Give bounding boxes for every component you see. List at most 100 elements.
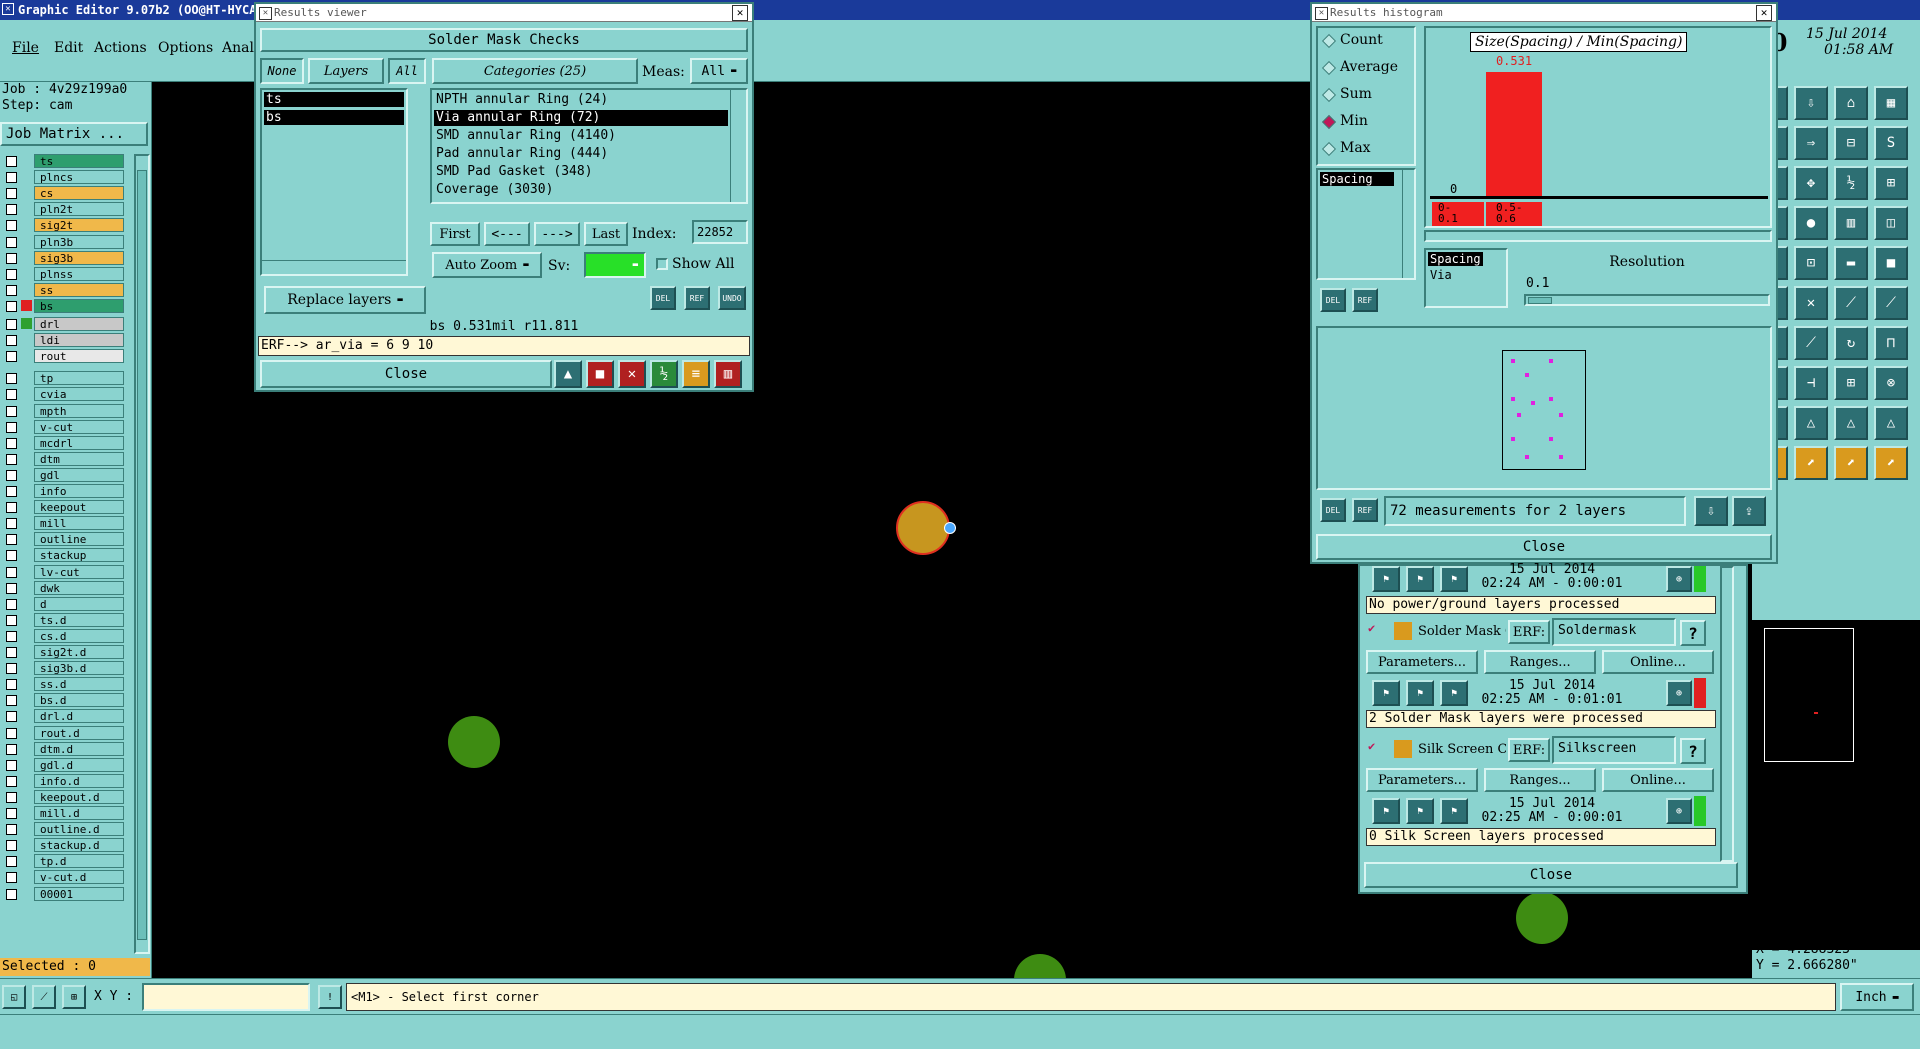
menu-edit[interactable]: Edit <box>54 40 83 56</box>
tool-icon[interactable]: △ <box>1834 406 1868 440</box>
category-list-item[interactable]: NPTH annular Ring (24) <box>434 92 728 108</box>
delete-icon[interactable]: DEL <box>1320 498 1346 522</box>
online-button[interactable]: Online... <box>1602 650 1714 674</box>
layer-name[interactable]: plncs <box>34 170 124 185</box>
index-input[interactable]: 22852 <box>692 220 748 244</box>
layer-checkbox[interactable] <box>6 888 17 900</box>
radio-indicator[interactable] <box>1321 141 1337 157</box>
layer-row[interactable]: cs <box>6 186 132 201</box>
run-all-icon[interactable]: ⚑ <box>1406 566 1434 592</box>
tool-icon[interactable]: ↻ <box>1834 326 1868 360</box>
layer-checkbox[interactable] <box>6 663 17 675</box>
snap-mode-icon[interactable]: ⟋ <box>32 985 56 1009</box>
layer-checkbox[interactable] <box>6 566 17 578</box>
layer-row[interactable]: plnss <box>6 266 132 281</box>
layer-checkbox[interactable] <box>6 534 17 546</box>
layer-checkbox[interactable] <box>6 824 17 836</box>
replace-layers-dropdown[interactable]: Replace layers ▬ <box>264 286 426 314</box>
histogram-bar[interactable] <box>1486 72 1542 196</box>
menu-analysis[interactable]: Anal <box>222 40 254 56</box>
last-button[interactable]: Last <box>584 222 628 246</box>
measure-listbox[interactable]: Spacing <box>1316 168 1416 280</box>
layer-checkbox[interactable] <box>6 775 17 787</box>
layer-name[interactable]: drl.d <box>34 709 124 724</box>
layer-name[interactable]: mcdrl <box>34 435 124 450</box>
layer-name[interactable]: stackup.d <box>34 838 124 853</box>
layer-row[interactable]: cs.d <box>6 628 132 643</box>
job-matrix-button[interactable]: Job Matrix ... <box>0 122 148 146</box>
bin-label-1[interactable]: 0.5- 0.6 <box>1486 202 1542 226</box>
layer-name[interactable]: info <box>34 484 124 498</box>
tool-icon[interactable]: ⊡ <box>1794 246 1828 280</box>
layer-checkbox[interactable] <box>6 469 17 481</box>
run-all-icon[interactable]: ⚑ <box>1406 798 1434 824</box>
tool-icon[interactable]: ✕ <box>1794 286 1828 320</box>
layer-row[interactable]: cvia <box>6 387 132 402</box>
erf-button[interactable]: ERF: <box>1508 620 1550 644</box>
layer-row[interactable]: sig2t <box>6 218 132 233</box>
layer-name[interactable]: mpth <box>34 403 124 418</box>
via-pad-highlight[interactable] <box>896 501 950 555</box>
layer-row[interactable]: 00001 <box>6 886 132 901</box>
run-icon[interactable]: ⚑ <box>1372 680 1400 706</box>
sub-list-item-1[interactable]: Via <box>1428 268 1454 282</box>
layer-name[interactable]: sig3b.d <box>34 661 124 676</box>
menu-file[interactable]: File <box>12 40 39 56</box>
layers-button[interactable]: Layers <box>308 58 384 84</box>
tool-icon[interactable]: △ <box>1794 406 1828 440</box>
zoom-icon[interactable]: ⊕ <box>1666 566 1692 592</box>
layer-row[interactable]: sig2t.d <box>6 645 132 659</box>
radio-indicator[interactable] <box>1321 87 1337 103</box>
layer-color-swatch[interactable] <box>21 318 32 329</box>
layer-checkbox[interactable] <box>6 453 17 465</box>
category-listbox[interactable]: NPTH annular Ring (24) Via annular Ring (… <box>430 88 748 204</box>
layer-row[interactable]: rout.d <box>6 725 132 740</box>
next-button[interactable]: ---> <box>534 222 580 246</box>
tool-icon[interactable]: ▥ <box>1834 206 1868 240</box>
refresh-icon[interactable]: REF <box>684 286 710 310</box>
run-icon[interactable]: ⚑ <box>1372 798 1400 824</box>
pad-green-3[interactable] <box>1516 892 1568 944</box>
run-all-icon[interactable]: ⚑ <box>1406 680 1434 706</box>
resolution-slider[interactable] <box>1524 294 1770 306</box>
layer-row[interactable]: dtm.d <box>6 741 132 756</box>
layer-name[interactable]: 00001 <box>34 886 124 901</box>
layer-name[interactable]: stackup <box>34 548 124 563</box>
layer-name[interactable]: gdl.d <box>34 757 124 772</box>
parameters-button[interactable]: Parameters... <box>1366 650 1478 674</box>
tool-icon[interactable]: ½ <box>1834 166 1868 200</box>
layer-row[interactable]: v-cut <box>6 419 132 434</box>
category-list-item[interactable]: SMD annular Ring (4140) <box>434 128 728 144</box>
bin-label-0[interactable]: 0- 0.1 <box>1432 202 1484 226</box>
help-button[interactable]: ? <box>1680 738 1706 764</box>
clear-icon[interactable]: ✕ <box>618 360 646 388</box>
pad-icon[interactable]: ■ <box>586 360 614 388</box>
erf-value[interactable]: Silkscreen <box>1552 736 1676 764</box>
tool-icon[interactable]: ⬈ <box>1794 446 1828 480</box>
layer-name[interactable]: bs <box>34 298 124 313</box>
measure-scrollbar[interactable] <box>1402 170 1414 278</box>
layer-scrollbar-thumb[interactable] <box>137 170 147 940</box>
layer-row[interactable]: gdl <box>6 467 132 482</box>
layer-checkbox[interactable] <box>6 695 17 707</box>
layer-checkbox[interactable] <box>6 598 17 610</box>
prev-button[interactable]: <--- <box>484 222 530 246</box>
xy-input[interactable] <box>142 983 310 1011</box>
window-menu-icon[interactable]: ✕ <box>259 7 272 20</box>
layer-row[interactable]: mill.d <box>6 806 132 820</box>
layer-checkbox[interactable] <box>6 236 17 248</box>
layer-name[interactable]: ldi <box>34 333 124 348</box>
zoom-icon[interactable]: ⊕ <box>1666 680 1692 706</box>
layer-checkbox[interactable] <box>6 486 17 497</box>
tool-icon[interactable]: ■ <box>1874 246 1908 280</box>
sub-list-item-0[interactable]: Spacing <box>1428 252 1483 266</box>
tool-icon[interactable]: ⊞ <box>1874 166 1908 200</box>
layer-checkbox[interactable] <box>6 204 17 216</box>
units-dropdown[interactable]: Inch ▬ <box>1840 983 1914 1011</box>
help-button[interactable]: ? <box>1680 620 1706 646</box>
online-button[interactable]: Online... <box>1602 768 1714 792</box>
layer-checkbox[interactable] <box>6 679 17 691</box>
check-enabled-checkbox[interactable]: ✔ <box>1368 740 1380 752</box>
layer-checkbox[interactable] <box>6 335 17 347</box>
layer-checkbox[interactable] <box>6 808 17 819</box>
